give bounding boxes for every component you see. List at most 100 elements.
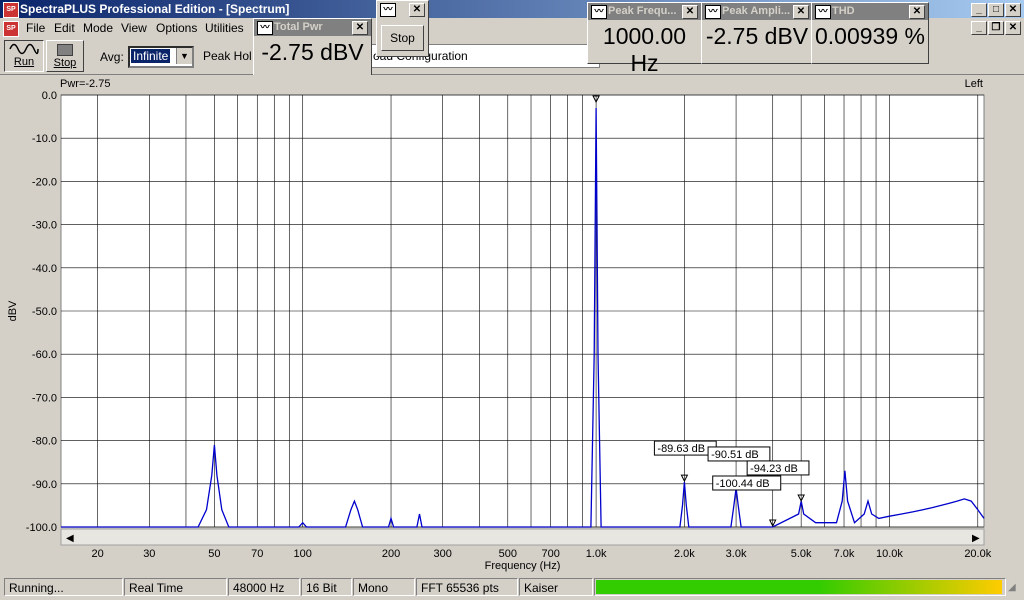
avg-value: Infinite — [131, 49, 171, 63]
avg-select[interactable]: Infinite ▼ — [128, 46, 194, 68]
run-label: Run — [13, 56, 35, 68]
close-icon[interactable]: ✕ — [682, 5, 698, 19]
x-tick-label: 10.0k — [876, 548, 903, 560]
peak-ampl-window[interactable]: 〰 Peak Ampli... ✕ -2.75 dBV — [701, 2, 813, 64]
doc-icon[interactable]: SP — [3, 21, 19, 37]
resize-grip-icon[interactable]: ◢ — [1008, 582, 1020, 594]
y-axis-label: dBV — [7, 300, 19, 321]
close-icon[interactable]: ✕ — [352, 21, 368, 35]
x-tick-label: 2.0k — [674, 548, 695, 560]
menu-view[interactable]: View — [121, 21, 147, 35]
menu-edit[interactable]: Edit — [54, 21, 75, 35]
horizontal-scrollbar — [60, 528, 985, 546]
thd-title: THD — [832, 5, 855, 17]
x-tick-label: 50 — [208, 548, 220, 560]
y-tick-label: -60.0 — [32, 349, 57, 361]
stop-label: Stop — [53, 57, 77, 69]
doc-minimize-icon[interactable]: _ — [971, 21, 987, 35]
thd-titlebar[interactable]: 〰 THD ✕ — [812, 3, 928, 20]
status-bits: 16 Bit — [301, 578, 352, 596]
status-rate: 48000 Hz — [228, 578, 300, 596]
x-tick-label: 70 — [251, 548, 263, 560]
status-mode: Real Time — [124, 578, 227, 596]
stop-button[interactable]: Stop — [46, 40, 84, 72]
menu-file[interactable]: File — [26, 21, 45, 35]
x-tick-label: 200 — [382, 548, 400, 560]
stop-icon — [57, 44, 73, 56]
x-tick-label: 300 — [434, 548, 452, 560]
stop-meter-button[interactable]: Stop — [381, 25, 424, 51]
y-tick-label: 0.0 — [42, 90, 57, 102]
peak-ampl-title: Peak Ampli... — [722, 5, 791, 17]
status-fft: FFT 65536 pts — [416, 578, 518, 596]
x-tick-label: 1.0k — [586, 548, 607, 560]
total-pwr-titlebar[interactable]: 〰 Total Pwr ✕ — [254, 19, 371, 36]
window-title: SpectraPLUS Professional Edition - [Spec… — [20, 2, 290, 16]
total-pwr-value: -2.75 dBV — [261, 39, 364, 65]
status-state: Running... — [4, 578, 123, 596]
harmonic-label: -90.51 dB — [711, 449, 759, 461]
x-tick-label: 5.0k — [791, 548, 812, 560]
scroll-right-icon: ▶ — [972, 533, 980, 544]
status-bar: Running... Real Time 48000 Hz 16 Bit Mon… — [0, 576, 1024, 600]
y-tick-label: -50.0 — [32, 306, 57, 318]
close-icon[interactable]: ✕ — [409, 3, 425, 17]
status-channels: Mono — [353, 578, 415, 596]
stop-window[interactable]: 〰 ✕ Stop — [376, 0, 429, 57]
spectrum-view[interactable]: Pwr=-2.75 Left 0.0 -10.0 -20.0 -30.0 -40.0 -50.… — [0, 75, 1024, 575]
thd-window[interactable]: 〰 THD ✕ 0.00939 % — [811, 2, 929, 64]
app-icon[interactable]: SP — [3, 2, 19, 18]
spectrum-chart[interactable]: Pwr=-2.75 Left 0.0 -10.0 -20.0 -30.0 -40.0 -50.… — [0, 75, 1024, 575]
x-tick-label: 30 — [143, 548, 155, 560]
peak-hold-label: Peak Hol — [203, 49, 252, 63]
y-tick-label: -100.0 — [26, 522, 57, 534]
menu-utilities[interactable]: Utilities — [205, 21, 244, 35]
thd-value: 0.00939 % — [815, 23, 925, 49]
menu-mode[interactable]: Mode — [83, 21, 113, 35]
level-meter-fill — [596, 580, 1002, 594]
x-tick-label: 100 — [294, 548, 312, 560]
doc-restore-icon[interactable]: ❐ — [988, 21, 1004, 35]
harmonic-label: -100.44 dB — [716, 478, 770, 490]
meter-icon: 〰 — [591, 5, 607, 19]
maximize-icon[interactable]: □ — [988, 3, 1004, 17]
wave-icon — [9, 43, 39, 55]
x-tick-label: 700 — [541, 548, 559, 560]
avg-label: Avg: — [100, 50, 124, 64]
doc-close-icon[interactable]: ✕ — [1005, 21, 1021, 35]
y-tick-label: -30.0 — [32, 220, 57, 232]
channel-label: Left — [965, 78, 983, 90]
harmonic-label: -89.63 dB — [657, 443, 705, 455]
scroll-left-icon: ◀ — [66, 533, 74, 544]
run-button[interactable]: Run — [4, 40, 44, 72]
close-icon[interactable]: ✕ — [793, 5, 809, 19]
minimize-icon[interactable]: _ — [971, 3, 987, 17]
chevron-down-icon[interactable]: ▼ — [176, 48, 192, 64]
total-pwr-window[interactable]: 〰 Total Pwr ✕ -2.75 dBV — [253, 18, 372, 78]
status-window-fn: Kaiser — [519, 578, 593, 596]
peak-freq-window[interactable]: 〰 Peak Frequ... ✕ 1000.00 Hz — [587, 2, 702, 76]
x-axis-label: Frequency (Hz) — [485, 560, 561, 572]
menu-options[interactable]: Options — [156, 21, 197, 35]
peak-freq-titlebar[interactable]: 〰 Peak Frequ... ✕ — [588, 3, 701, 20]
y-tick-label: -40.0 — [32, 263, 57, 275]
x-tick-label: 20.0k — [964, 548, 991, 560]
meter-icon: 〰 — [380, 3, 396, 17]
y-tick-label: -90.0 — [32, 479, 57, 491]
meter-icon: 〰 — [705, 5, 721, 19]
total-pwr-title: Total Pwr — [274, 21, 323, 33]
meter-icon: 〰 — [815, 5, 831, 19]
harmonic-label: -94.23 dB — [750, 463, 798, 475]
meter-icon: 〰 — [257, 21, 273, 35]
pwr-readout: Pwr=-2.75 — [60, 78, 110, 90]
x-tick-label: 3.0k — [726, 548, 747, 560]
close-icon[interactable]: ✕ — [909, 5, 925, 19]
close-icon[interactable]: ✕ — [1005, 3, 1021, 17]
x-tick-label: 500 — [499, 548, 517, 560]
stop-window-titlebar[interactable]: 〰 ✕ — [377, 1, 428, 18]
peak-ampl-titlebar[interactable]: 〰 Peak Ampli... ✕ — [702, 3, 812, 20]
peak-ampl-value: -2.75 dBV — [705, 23, 809, 49]
level-meter — [594, 578, 1006, 596]
y-tick-label: -20.0 — [32, 176, 57, 188]
y-tick-label: -70.0 — [32, 392, 57, 404]
